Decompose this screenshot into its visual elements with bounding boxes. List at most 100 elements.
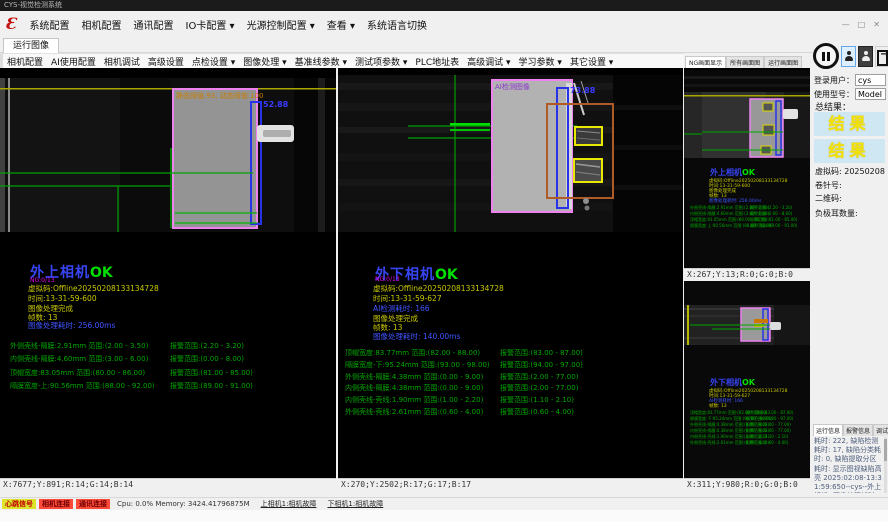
measurement-row: 外侧壳线-壳线:2.61mm 范围:(0.60 - 4.00)报警范围:(0.6… xyxy=(690,440,810,446)
tab-row: 运行图像 xyxy=(0,37,888,53)
menu-camera-config[interactable]: 相机配置 xyxy=(76,17,128,32)
measure-text: 顶帽宽度:83.77mm 范围:(82.00 - 88.00) xyxy=(345,349,480,357)
toolbar-plc-address-table[interactable]: PLC地址表 xyxy=(411,55,463,68)
run-log-area[interactable]: 耗时: 222, 缺陷检测耗时: 17, 缺陷分类耗时: 0, 缺陷提取分区耗时… xyxy=(814,437,882,493)
maximize-button[interactable]: □ xyxy=(858,20,866,29)
measure-text: 内侧壳线-壳线:1.90mm 范围:(1.00 - 2.20) xyxy=(345,396,483,404)
blue-measure-value: 73.88 xyxy=(570,86,595,95)
toolbar-advanced-settings[interactable]: 高级设置 xyxy=(144,55,188,68)
measurement-row: 顶帽宽度:83.05mm 范围:(80.00 - 86.00) 报警范围:(81.… xyxy=(10,368,336,378)
status-bar: 心跳信号 相机连接 通讯连接 Cpu: 0.0% Memory: 3424.41… xyxy=(0,497,888,510)
info-tabs: 运行信息 报警信息 调试信息 xyxy=(813,424,888,436)
tab-alarm-info[interactable]: 报警信息 xyxy=(843,424,873,436)
threshold-overlay-text: 静态阈值:93, 动态阈值:100 xyxy=(176,91,263,101)
log-scrollbar[interactable] xyxy=(884,437,887,493)
model-row: 使用型号： xyxy=(814,88,886,100)
heartbeat-badge: 心跳信号 xyxy=(2,499,36,509)
alarm-range-text: 报警范围:(1.10 - 2.10) xyxy=(500,395,574,405)
tab-run-image[interactable]: 运行图像 xyxy=(3,38,59,53)
menu-language-switch[interactable]: 系统语言切换 xyxy=(361,17,433,32)
small-tab-ng-display[interactable]: NG画面显示 xyxy=(685,56,726,68)
operator-user-button[interactable] xyxy=(841,46,856,67)
pause-button[interactable] xyxy=(813,43,839,69)
upper-camera-fault-link[interactable]: 上相机1:相机故障 xyxy=(261,499,317,509)
small-view-ng-upper[interactable]: 外上相机OK 虚拟码:Offline20250208133134728 时间:1… xyxy=(684,68,810,268)
measure-text: 外侧壳线-壳线:2.61mm 范围:(0.60 - 4.00) xyxy=(345,408,483,416)
measurement-row: 内侧壳线-隔膜:4.38mm 范围:(0.00 - 9.00)报警范围:(2.0… xyxy=(345,383,675,393)
measurement-row: 内侧壳线-隔膜:4.60mm 范围:(3.00 - 6.00)报警范围:(0.0… xyxy=(10,354,336,364)
camera-view-outer-upper[interactable]: 静态阈值:93, 动态阈值:100 52.88 外上相机OK NG:0/13 虚… xyxy=(0,68,336,478)
camera-view-outer-lower[interactable]: AI检测图像 73.88 外下相机OK NG:0/13 虚拟码:Offline2… xyxy=(338,68,683,478)
toolbar-camera-debug[interactable]: 相机调试 xyxy=(100,55,144,68)
app-window: CYS-视觉检测系统 Ɛ 系统配置 相机配置 通讯配置 IO卡配置 ▾ 光源控制… xyxy=(0,0,888,522)
measurement-row: 内侧壳线-壳线:1.90mm 范围:(1.00 - 2.20) 报警范围:(1.1… xyxy=(345,395,675,405)
menu-comm-config[interactable]: 通讯配置 xyxy=(128,17,180,32)
measurement-row: 外侧壳线-壳线:2.61mm 范围:(0.60 - 4.00) 报警范围:(0.6… xyxy=(345,407,675,417)
model-label: 使用型号： xyxy=(814,89,854,100)
admin-user-button[interactable] xyxy=(858,46,873,67)
control-buttons xyxy=(813,43,888,69)
measure-text: 顶帽宽度:83.05mm 范围:(80.00 - 86.00) xyxy=(10,369,145,377)
measure-text: 内侧壳线-隔膜:4.38mm 范围:(0.00 - 9.00) xyxy=(345,384,483,392)
tab-debug-info[interactable]: 调试信息 xyxy=(873,424,888,436)
ai-detect-label: AI检测图像 xyxy=(495,82,530,92)
camera-status-ok: OK xyxy=(435,267,458,283)
menu-system-config[interactable]: 系统配置 xyxy=(24,17,76,32)
menu-view[interactable]: 查看 ▾ xyxy=(321,17,361,32)
comm-connection-badge: 通讯连接 xyxy=(76,499,110,509)
camera-status-ok: OK xyxy=(742,168,755,177)
pause-icon xyxy=(822,52,825,61)
cpu-memory-text: Cpu: 0.0% Memory: 3424.41796875M xyxy=(117,500,250,508)
blue-measure-value: 52.88 xyxy=(263,100,288,109)
toolbar-camera-config[interactable]: 相机配置 xyxy=(3,55,47,68)
menu-io-config[interactable]: IO卡配置 ▾ xyxy=(180,17,241,32)
pixel-coord-bar-small-top: X:267;Y:13;R:0;G:0;B:0 xyxy=(684,268,810,281)
elapsed-line: 图像处理耗时: 256.00ms xyxy=(28,320,115,331)
camera-name: 外下相机 xyxy=(710,377,742,387)
lower-camera-fault-link[interactable]: 下相机1:相机故障 xyxy=(327,499,383,509)
toolbar-ai-usage-config[interactable]: AI使用配置 xyxy=(47,55,100,68)
logout-button[interactable] xyxy=(875,46,888,67)
frames-line: 帧数: 13 xyxy=(709,403,727,409)
toolbar-other-settings[interactable]: 其它设置 ▾ xyxy=(566,55,617,68)
alarm-range-text: 报警范围:(81.00 - 85.00) xyxy=(170,368,253,378)
close-button[interactable]: ✕ xyxy=(873,20,880,29)
toolbar-image-processing[interactable]: 图像处理 ▾ xyxy=(239,55,290,68)
qrcode-label: 二维码: xyxy=(815,193,842,204)
camera-result-title: 外上相机OK xyxy=(710,167,755,178)
anode-tab-count-label: 负极耳数量: xyxy=(815,208,858,219)
user-icon xyxy=(861,51,871,61)
toolbar-spot-check[interactable]: 点检设置 ▾ xyxy=(188,55,239,68)
login-user-field[interactable] xyxy=(855,74,886,86)
menu-light-config[interactable]: 光源控制配置 ▾ xyxy=(241,17,321,32)
alarm-range-text: 报警范围:(83.00 - 87.00) xyxy=(500,348,583,358)
toolbar-advanced-debug[interactable]: 高级调试 ▾ xyxy=(463,55,514,68)
toolbar-learning-params[interactable]: 学习参数 ▾ xyxy=(515,55,566,68)
small-tab-run-views[interactable]: 运行画面图 xyxy=(764,56,802,68)
tab-run-info[interactable]: 运行信息 xyxy=(813,424,843,436)
alarm-range-text: 报警范围:(89.00 - 91.00) xyxy=(750,223,797,229)
model-field[interactable] xyxy=(855,88,886,100)
toolbar-baseline-params[interactable]: 基准线参数 ▾ xyxy=(291,55,351,68)
minimize-button[interactable]: — xyxy=(842,20,850,29)
right-control-panel: 登录用户： 使用型号： 总结果： 结果 结果 虚拟码: 20250208 卷针号… xyxy=(812,38,888,494)
camera-connection-badge: 相机连接 xyxy=(39,499,73,509)
app-logo-icon: Ɛ xyxy=(5,14,17,34)
camera-image-outer-upper[interactable]: 静态阈值:93, 动态阈值:100 52.88 xyxy=(0,78,336,232)
small-view-ng-lower[interactable]: 外下相机OK 虚拟码:Offline20250208133134728 时间:1… xyxy=(684,281,810,478)
alarm-range-text: 报警范围:(0.60 - 4.00) xyxy=(500,407,574,417)
alarm-range-text: 报警范围:(0.60 - 4.00) xyxy=(746,440,788,446)
small-tab-all-views[interactable]: 所有画面图 xyxy=(726,56,764,68)
exit-door-icon xyxy=(877,50,888,62)
toolbar-test-item-params[interactable]: 测试项参数 ▾ xyxy=(351,55,411,68)
camera-image-outer-lower[interactable]: AI检测图像 73.88 xyxy=(338,75,683,232)
toolbar: 相机配置 AI使用配置 相机调试 高级设置 点检设置 ▾ 图像处理 ▾ 基准线参… xyxy=(0,53,684,68)
camera-name: 外上相机 xyxy=(710,167,742,177)
alarm-range-text: 报警范围:(89.00 - 91.00) xyxy=(170,381,253,391)
result-box-lower: 结果 xyxy=(814,139,885,163)
pixel-coord-bar-left: X:7677;Y:891;R:14;G:14;B:14 xyxy=(0,478,336,491)
elapsed-line: 图像处理耗时: 256.00ms xyxy=(709,198,761,204)
pause-icon xyxy=(827,52,830,61)
elapsed-line: 图像处理耗时: 140.00ms xyxy=(373,331,460,342)
alarm-range-text: 报警范围:(0.00 - 8.00) xyxy=(170,354,244,364)
